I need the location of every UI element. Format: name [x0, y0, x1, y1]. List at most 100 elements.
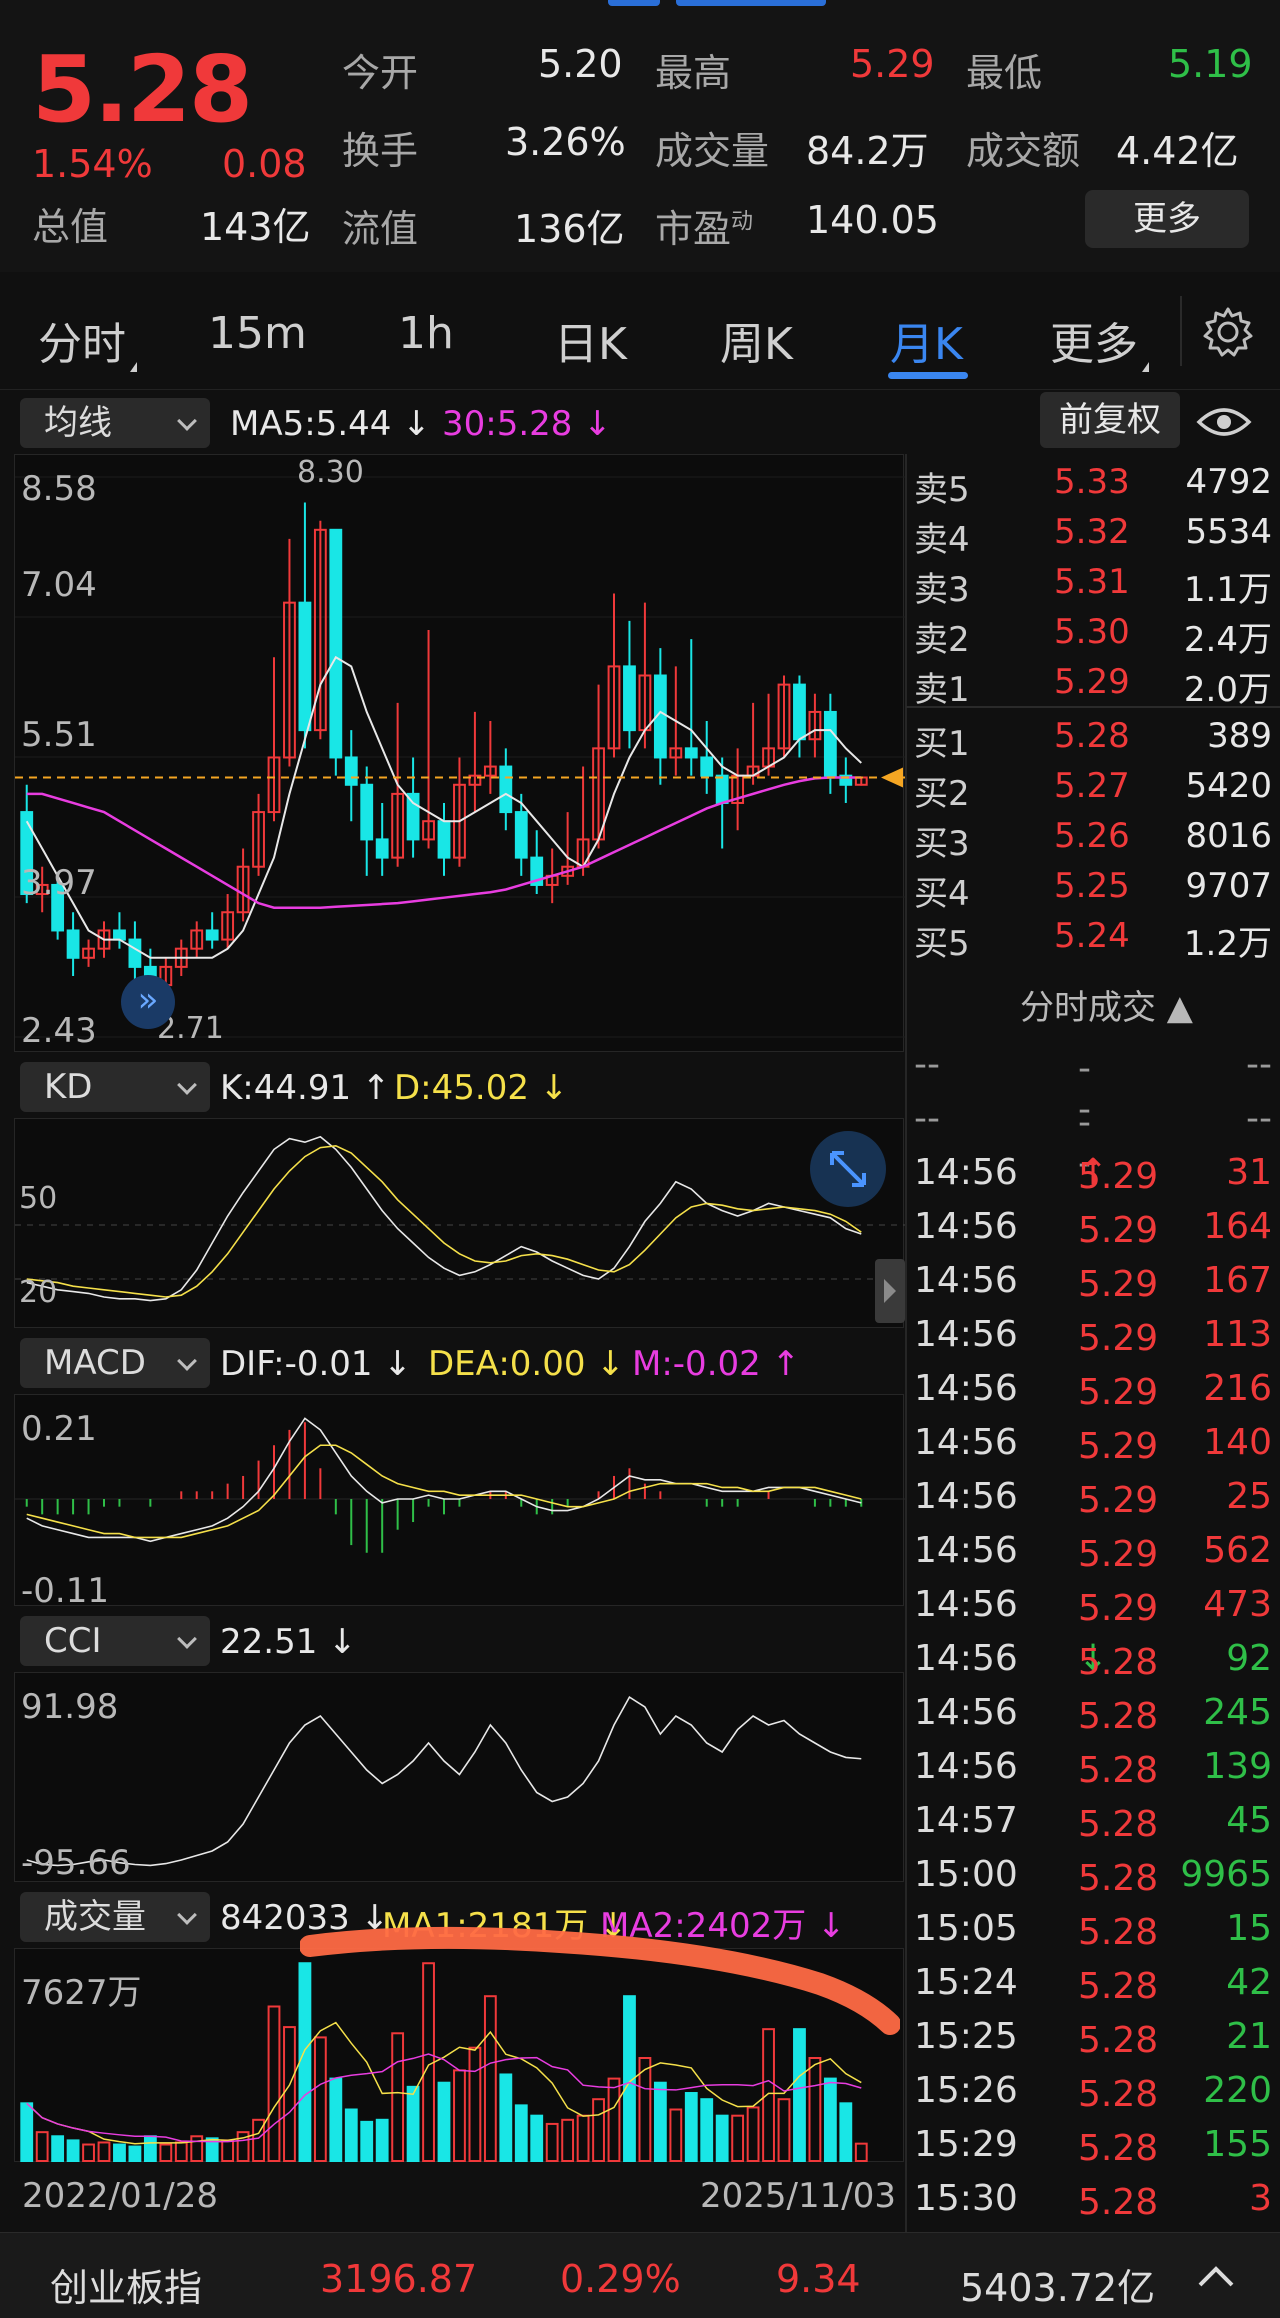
bid-row[interactable]: 买5 5.24 1.2万: [906, 910, 1280, 964]
volume-bar: [808, 2057, 822, 2162]
volume-bar: [607, 2077, 621, 2163]
bid-row[interactable]: 买4 5.25 9707: [906, 860, 1280, 914]
volume-bar: [437, 2081, 451, 2162]
level-price: 5.27: [1054, 766, 1130, 806]
ma-indicator-dropdown[interactable]: 均线: [20, 398, 210, 448]
candle-body: [700, 756, 714, 777]
collapse-sidebar-handle[interactable]: [875, 1259, 905, 1323]
low-label: 最低: [966, 51, 1043, 95]
tab-15m[interactable]: 15m: [208, 308, 307, 359]
ask-row[interactable]: 卖1 5.29 2.0万: [906, 656, 1280, 710]
level-quantity: 8016: [1185, 816, 1272, 856]
y-axis-label: 8.58: [21, 469, 97, 509]
index-name: 创业板指: [50, 2266, 203, 2310]
level-quantity: 5420: [1185, 766, 1272, 806]
tab-intraday[interactable]: 分时: [38, 308, 137, 372]
candlestick-panel[interactable]: 8.58 7.04 5.51 3.97 2.43 8.30 2.71 »: [14, 454, 905, 1052]
pe-type-mark: 动: [731, 209, 754, 235]
bid-row[interactable]: 买3 5.26 8016: [906, 810, 1280, 864]
bid-row[interactable]: 买1 5.28 389: [906, 710, 1280, 764]
macd-m: M:-0.02 ↑: [632, 1344, 801, 1384]
candle-body: [823, 710, 837, 777]
trade-time: --: [914, 1044, 940, 1085]
kd-indicator-dropdown[interactable]: KD: [20, 1062, 210, 1112]
trade-time: 14:56: [914, 1746, 1018, 1787]
trade-volume: 473: [1203, 1584, 1272, 1625]
ask-row[interactable]: 卖2 5.30 2.4万: [906, 606, 1280, 660]
trade-volume: 45: [1226, 1800, 1272, 1841]
ask-row[interactable]: 卖5 5.33 4792: [906, 456, 1280, 510]
candle-body: [684, 747, 698, 759]
eye-icon[interactable]: [1196, 400, 1252, 444]
candle-body: [205, 929, 219, 941]
tab-more[interactable]: 更多: [1050, 308, 1149, 372]
ask-row[interactable]: 卖4 5.32 5534: [906, 506, 1280, 560]
volume-bar: [514, 2104, 528, 2163]
candle-body: [66, 929, 80, 959]
float-cap-value: 136亿: [514, 207, 625, 251]
trade-time: 14:56: [914, 1530, 1018, 1571]
trade-price: 5.29 ↑: [1078, 1152, 1159, 1197]
fullscreen-icon[interactable]: [810, 1131, 886, 1207]
volume-bar: [545, 2122, 559, 2162]
level-label: 卖1: [914, 670, 970, 710]
tab-monthly[interactable]: 月K: [890, 308, 963, 372]
candle-body: [298, 601, 312, 732]
volume-bar: [375, 2118, 389, 2163]
macd-panel: 0.21 -0.11: [14, 1394, 905, 1611]
volume-bar: [267, 2005, 281, 2162]
index-ticker-bar[interactable]: 创业板指 3196.87 0.29% 9.34 5403.72亿: [0, 2232, 1280, 2318]
level-label: 买2: [914, 774, 970, 814]
index-amount: 5403.72亿: [960, 2266, 1156, 2310]
settings-gear-icon[interactable]: [1200, 304, 1256, 360]
cci-indicator-dropdown[interactable]: CCI: [20, 1616, 210, 1666]
trade-row: 14:56 5.29 562: [914, 1530, 1272, 1575]
volume-bar: [746, 2106, 760, 2163]
volume-bar: [143, 2135, 157, 2162]
trade-volume: 42: [1226, 1962, 1272, 2003]
expand-arrows-icon[interactable]: »: [121, 975, 175, 1029]
level-label: 卖3: [914, 570, 970, 610]
trade-time: 15:00: [914, 1854, 1018, 1895]
volume-bar: [20, 2102, 34, 2163]
kd-indicator-row: KD K:44.91 ↑ D:45.02 ↓: [0, 1054, 905, 1118]
more-quote-button[interactable]: 更多: [1085, 190, 1249, 248]
pe-label: 市盈动: [655, 207, 754, 251]
trade-time: 15:05: [914, 1908, 1018, 1949]
tab-weekly[interactable]: 周K: [720, 308, 793, 372]
trade-time: 14:56: [914, 1152, 1018, 1193]
volume-top-label: 7627万: [21, 1973, 142, 2013]
tab-daily[interactable]: 日K: [554, 308, 627, 372]
trades-title[interactable]: 分时成交 ▲: [1020, 980, 1193, 1029]
trade-row: 14:56 5.29 473: [914, 1584, 1272, 1629]
chevron-up-icon[interactable]: [1196, 2261, 1236, 2291]
volume-bar: [823, 2077, 837, 2163]
ask-row[interactable]: 卖3 5.31 1.1万: [906, 556, 1280, 610]
chevron-down-icon: [177, 1075, 197, 1095]
adjust-mode-button[interactable]: 前复权: [1040, 392, 1180, 448]
trade-row: 15:29 5.28 155: [914, 2124, 1272, 2169]
level-price: 5.33: [1054, 462, 1130, 502]
quote-header: 5.28 1.54% 0.08 总值 143亿 今开 5.20 换手 3.26%…: [0, 0, 1280, 272]
trade-price: 5.28 ↓: [1078, 1638, 1159, 1683]
trade-row: 15:05 5.28 15: [914, 1908, 1272, 1953]
level-price: 5.30: [1054, 612, 1130, 652]
ma5-value: MA5:5.44 ↓: [230, 404, 431, 444]
trade-volume: 220: [1203, 2070, 1272, 2111]
book-separator: [906, 706, 1280, 708]
volume-indicator-dropdown[interactable]: 成交量: [20, 1892, 210, 1942]
tab-1h[interactable]: 1h: [398, 308, 454, 359]
trade-row: -- -- --: [914, 1044, 1272, 1130]
candle-body: [793, 683, 806, 741]
macd-indicator-dropdown[interactable]: MACD: [20, 1338, 210, 1388]
trade-time: 14:56: [914, 1476, 1018, 1517]
trade-volume: 155: [1203, 2124, 1272, 2165]
change-percent: 1.54%: [32, 142, 153, 186]
ma30-value: 30:5.28 ↓: [442, 404, 612, 444]
market-cap: 143亿: [200, 205, 311, 249]
level-quantity: 9707: [1185, 866, 1272, 906]
bid-row[interactable]: 买2 5.27 5420: [906, 760, 1280, 814]
volume-bar: [329, 2077, 343, 2163]
candle-body: [360, 783, 374, 841]
level-price: 5.29: [1054, 662, 1130, 702]
